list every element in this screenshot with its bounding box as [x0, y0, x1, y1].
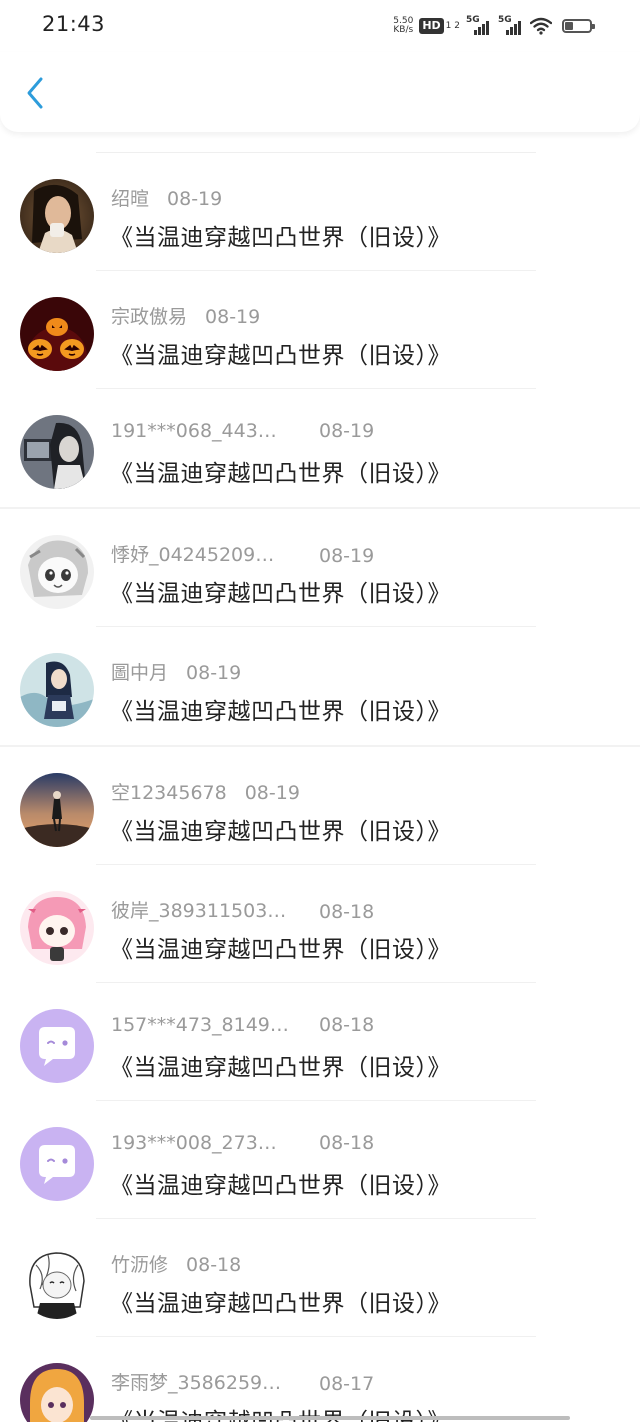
status-icons: 5.50 KB/s HD 1 2 5G 5G [393, 14, 595, 38]
item-date: 08-17 [319, 1373, 375, 1395]
user-name[interactable]: 悸妤_04245209… [111, 540, 299, 567]
item-meta: 157***473_8149… 08-18 [111, 1014, 374, 1036]
item-date: 08-18 [319, 901, 375, 923]
item-meta: 竹沥修 08-18 [111, 1250, 241, 1277]
list-item[interactable]: 157***473_8149… 08-18 《当温迪穿越凹凸世界（旧设）》 [0, 983, 640, 1101]
avatar[interactable] [20, 535, 94, 609]
item-meta: 空12345678 08-19 [111, 778, 300, 805]
default-avatar-icon [20, 1009, 94, 1083]
item-date: 08-18 [319, 1014, 375, 1036]
item-date: 08-19 [319, 420, 375, 442]
avatar[interactable] [20, 1127, 94, 1201]
user-name[interactable]: 191***068_443… [111, 420, 299, 442]
signal-gen-2: 5G [498, 15, 512, 25]
item-title[interactable]: 《当温迪穿越凹凸世界（旧设）》 [110, 574, 451, 608]
item-meta: 彼岸_389311503… 08-18 [111, 896, 374, 923]
list-item[interactable]: 191***068_443… 08-19 《当温迪穿越凹凸世界（旧设）》 [0, 389, 640, 507]
network-speed: 5.50 KB/s [393, 17, 413, 35]
user-name[interactable]: 李雨梦_3586259… [111, 1368, 299, 1395]
list-item[interactable]: 圖中月 08-19 《当温迪穿越凹凸世界（旧设）》 [0, 627, 640, 745]
avatar[interactable] [20, 1245, 94, 1319]
user-name[interactable]: 193***008_273… [111, 1132, 299, 1154]
screen: 21:43 5.50 KB/s HD 1 2 5G 5G 绍暄 08-19 《当… [0, 0, 640, 1422]
avatar[interactable] [20, 1009, 94, 1083]
sim-index: 1 2 [445, 20, 460, 31]
top-nav-bar [0, 52, 640, 132]
signal-gen-1: 5G [466, 15, 480, 25]
avatar[interactable] [20, 773, 94, 847]
item-title[interactable]: 《当温迪穿越凹凸世界（旧设）》 [110, 930, 451, 964]
default-avatar-icon [20, 1127, 94, 1201]
item-date: 08-19 [244, 782, 300, 804]
user-name[interactable]: 绍暄 [111, 184, 149, 211]
avatar[interactable] [20, 653, 94, 727]
signal-icon-2: 5G [498, 15, 524, 35]
item-meta: 绍暄 08-19 [111, 184, 222, 211]
avatar[interactable] [20, 297, 94, 371]
item-title[interactable]: 《当温迪穿越凹凸世界（旧设）》 [110, 1048, 451, 1082]
item-meta: 悸妤_04245209… 08-19 [111, 540, 374, 567]
item-date: 08-19 [186, 662, 242, 684]
status-time: 21:43 [42, 12, 106, 36]
list-item[interactable]: 193***008_273… 08-18 《当温迪穿越凹凸世界（旧设）》 [0, 1101, 640, 1219]
item-meta: 193***008_273… 08-18 [111, 1132, 374, 1154]
avatar[interactable] [20, 179, 94, 253]
user-name[interactable]: 157***473_8149… [111, 1014, 299, 1036]
item-meta: 宗政傲易 08-19 [111, 302, 260, 329]
reader-list: 绍暄 08-19 《当温迪穿越凹凸世界（旧设）》 宗政傲易 08-19 《当温迪… [0, 152, 640, 1422]
item-meta: 李雨梦_3586259… 08-17 [111, 1368, 374, 1395]
wifi-icon [530, 17, 552, 35]
home-indicator[interactable] [90, 1416, 570, 1420]
user-name[interactable]: 空12345678 [111, 778, 227, 805]
avatar[interactable] [20, 1363, 94, 1422]
net-speed-unit: KB/s [393, 25, 414, 35]
user-name[interactable]: 竹沥修 [111, 1250, 168, 1277]
item-date: 08-18 [319, 1132, 375, 1154]
avatar[interactable] [20, 415, 94, 489]
item-title[interactable]: 《当温迪穿越凹凸世界（旧设）》 [110, 1166, 451, 1200]
hd-icon: HD [419, 18, 444, 34]
back-button[interactable] [14, 72, 56, 114]
battery-icon [562, 19, 595, 33]
status-bar: 21:43 5.50 KB/s HD 1 2 5G 5G [0, 0, 640, 52]
list-item[interactable]: 彼岸_389311503… 08-18 《当温迪穿越凹凸世界（旧设）》 [0, 865, 640, 983]
item-date: 08-19 [319, 545, 375, 567]
list-item[interactable]: 悸妤_04245209… 08-19 《当温迪穿越凹凸世界（旧设）》 [0, 509, 640, 627]
signal-icon-1: 5G [466, 15, 492, 35]
list-item[interactable]: 宗政傲易 08-19 《当温迪穿越凹凸世界（旧设）》 [0, 271, 640, 389]
user-name[interactable]: 彼岸_389311503… [111, 896, 299, 923]
item-title[interactable]: 《当温迪穿越凹凸世界（旧设）》 [110, 336, 451, 370]
item-title[interactable]: 《当温迪穿越凹凸世界（旧设）》 [110, 1284, 451, 1318]
item-title[interactable]: 《当温迪穿越凹凸世界（旧设）》 [110, 454, 451, 488]
item-date: 08-19 [167, 188, 223, 210]
list-item[interactable]: 绍暄 08-19 《当温迪穿越凹凸世界（旧设）》 [0, 153, 640, 271]
avatar[interactable] [20, 891, 94, 965]
chevron-left-icon [27, 77, 43, 109]
item-title[interactable]: 《当温迪穿越凹凸世界（旧设）》 [110, 812, 451, 846]
item-meta: 圖中月 08-19 [111, 658, 241, 685]
user-name[interactable]: 圖中月 [111, 658, 168, 685]
list-item[interactable]: 李雨梦_3586259…08-17 《当温迪穿越凹凸世界（旧设）》 [0, 1337, 640, 1422]
item-meta: 191***068_443… 08-19 [111, 420, 374, 442]
item-title[interactable]: 《当温迪穿越凹凸世界（旧设）》 [110, 692, 451, 726]
user-name[interactable]: 宗政傲易 [111, 302, 187, 329]
list-item[interactable]: 空12345678 08-19 《当温迪穿越凹凸世界（旧设）》 [0, 747, 640, 865]
item-date: 08-18 [186, 1254, 242, 1276]
item-date: 08-19 [205, 306, 261, 328]
item-title[interactable]: 《当温迪穿越凹凸世界（旧设）》 [110, 218, 451, 252]
list-item[interactable]: 竹沥修 08-18 《当温迪穿越凹凸世界（旧设）》 [0, 1219, 640, 1337]
